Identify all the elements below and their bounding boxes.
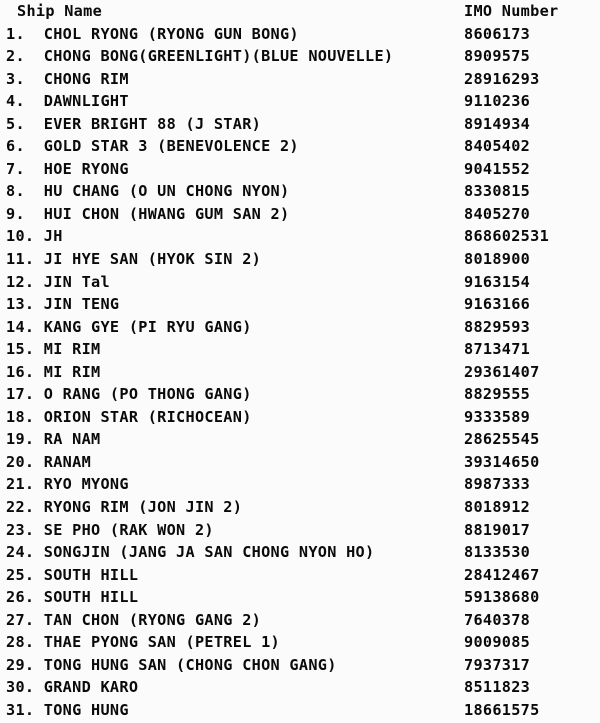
imo-number-cell: 7937317 xyxy=(464,655,531,674)
ship-name-cell: 5. EVER BRIGHT 88 (J STAR) xyxy=(6,114,262,133)
imo-number-cell: 8018900 xyxy=(464,250,531,269)
table-row: 18. ORION STAR (RICHOCEAN) 9333589 xyxy=(0,406,600,429)
table-row: 3. CHONG RIM 28916293 xyxy=(0,68,600,91)
ship-name-cell: 31. TONG HUNG xyxy=(6,700,129,719)
ship-name-cell: 2. CHONG BONG(GREENLIGHT)(BLUE NOUVELLE) xyxy=(6,47,394,66)
ship-name-cell: 4. DAWNLIGHT xyxy=(6,92,129,111)
table-row: 27. TAN CHON (RYONG GANG 2) 7640378 xyxy=(0,609,600,632)
column-header-imo-number: IMO Number xyxy=(464,2,559,20)
table-row: 12. JIN Tal 9163154 xyxy=(0,271,600,294)
ship-name-cell: 1. CHOL RYONG (RYONG GUN BONG) xyxy=(6,24,299,43)
ship-name-cell: 26. SOUTH HILL xyxy=(6,588,139,607)
table-row: 14. KANG GYE (PI RYU GANG) 8829593 xyxy=(0,316,600,339)
table-row: 30. GRAND KARO 8511823 xyxy=(0,676,600,699)
imo-number-cell: 28412467 xyxy=(464,565,540,584)
imo-number-cell: 8987333 xyxy=(464,475,531,494)
ship-name-cell: 30. GRAND KARO xyxy=(6,678,139,697)
table-row: 8. HU CHANG (O UN CHONG NYON) 8330815 xyxy=(0,180,600,203)
ship-name-cell: 17. O RANG (PO THONG GANG) xyxy=(6,385,252,404)
imo-number-cell: 8018912 xyxy=(464,498,531,517)
imo-number-cell: 8829593 xyxy=(464,317,531,336)
ship-name-cell: 14. KANG GYE (PI RYU GANG) xyxy=(6,317,252,336)
ship-name-cell: 16. MI RIM xyxy=(6,362,101,381)
imo-number-cell: 28916293 xyxy=(464,69,540,88)
ship-name-cell: 22. RYONG RIM (JON JIN 2) xyxy=(6,498,243,517)
ship-name-cell: 12. JIN Tal xyxy=(6,272,110,291)
table-row: 20. RANAM 39314650 xyxy=(0,451,600,474)
imo-number-cell: 39314650 xyxy=(464,452,540,471)
imo-number-cell: 9110236 xyxy=(464,92,531,111)
ship-name-cell: 24. SONGJIN (JANG JA SAN CHONG NYON HO) xyxy=(6,543,375,562)
imo-number-cell: 59138680 xyxy=(464,588,540,607)
ship-name-cell: 7. HOE RYONG xyxy=(6,159,129,178)
imo-number-cell: 9009085 xyxy=(464,633,531,652)
imo-number-cell: 8606173 xyxy=(464,24,531,43)
ship-name-cell: 27. TAN CHON (RYONG GANG 2) xyxy=(6,610,262,629)
table-row: 19. RA NAM 28625545 xyxy=(0,428,600,451)
table-row: 9. HUI CHON (HWANG GUM SAN 2) 8405270 xyxy=(0,203,600,226)
imo-number-cell: 8713471 xyxy=(464,340,531,359)
imo-number-cell: 29361407 xyxy=(464,362,540,381)
imo-number-cell: 18661575 xyxy=(464,700,540,719)
ship-list-body: 1. CHOL RYONG (RYONG GUN BONG) 8606173 2. … xyxy=(0,23,600,722)
ship-name-cell: 9. HUI CHON (HWANG GUM SAN 2) xyxy=(6,204,290,223)
imo-number-cell: 8819017 xyxy=(464,520,531,539)
imo-number-cell: 28625545 xyxy=(464,430,540,449)
ship-name-cell: 13. JIN TENG xyxy=(6,295,120,314)
imo-number-cell: 8405402 xyxy=(464,137,531,156)
imo-number-cell: 8909575 xyxy=(464,47,531,66)
ship-list-document: Ship Name IMO Number 1. CHOL RYONG (RYON… xyxy=(0,0,600,723)
imo-number-cell: 8829555 xyxy=(464,385,531,404)
ship-name-cell: 3. CHONG RIM xyxy=(6,69,129,88)
ship-name-cell: 28. THAE PYONG SAN (PETREL 1) xyxy=(6,633,280,652)
ship-name-cell: 23. SE PHO (RAK WON 2) xyxy=(6,520,214,539)
ship-name-cell: 8. HU CHANG (O UN CHONG NYON) xyxy=(6,182,290,201)
imo-number-cell: 9333589 xyxy=(464,407,531,426)
table-row: 31. TONG HUNG 18661575 xyxy=(0,699,600,722)
table-row: 15. MI RIM 8713471 xyxy=(0,338,600,361)
imo-number-cell: 8405270 xyxy=(464,204,531,223)
ship-name-cell: 10. JH xyxy=(6,227,63,246)
table-row: 23. SE PHO (RAK WON 2) 8819017 xyxy=(0,519,600,542)
ship-name-cell: 15. MI RIM xyxy=(6,340,101,359)
imo-number-cell: 8511823 xyxy=(464,678,531,697)
table-row: 6. GOLD STAR 3 (BENEVOLENCE 2) 8405402 xyxy=(0,135,600,158)
table-row: 25. SOUTH HILL 28412467 xyxy=(0,564,600,587)
table-row: 13. JIN TENG 9163166 xyxy=(0,293,600,316)
column-header-ship-name: Ship Name xyxy=(17,2,103,20)
imo-number-cell: 868602531 xyxy=(464,227,550,246)
imo-number-cell: 7640378 xyxy=(464,610,531,629)
table-row: 26. SOUTH HILL 59138680 xyxy=(0,586,600,609)
imo-number-cell: 8914934 xyxy=(464,114,531,133)
table-row: 5. EVER BRIGHT 88 (J STAR) 8914934 xyxy=(0,113,600,136)
ship-name-cell: 21. RYO MYONG xyxy=(6,475,129,494)
ship-name-cell: 18. ORION STAR (RICHOCEAN) xyxy=(6,407,252,426)
table-row: 11. JI HYE SAN (HYOK SIN 2) 8018900 xyxy=(0,248,600,271)
table-row: 4. DAWNLIGHT 9110236 xyxy=(0,90,600,113)
table-row: 24. SONGJIN (JANG JA SAN CHONG NYON HO) 8… xyxy=(0,541,600,564)
ship-name-cell: 29. TONG HUNG SAN (CHONG CHON GANG) xyxy=(6,655,337,674)
ship-name-cell: 6. GOLD STAR 3 (BENEVOLENCE 2) xyxy=(6,137,299,156)
imo-number-cell: 8133530 xyxy=(464,543,531,562)
table-row: 1. CHOL RYONG (RYONG GUN BONG) 8606173 xyxy=(0,23,600,46)
table-row: 17. O RANG (PO THONG GANG) 8829555 xyxy=(0,383,600,406)
table-row: 16. MI RIM 29361407 xyxy=(0,361,600,384)
ship-name-cell: 11. JI HYE SAN (HYOK SIN 2) xyxy=(6,250,262,269)
imo-number-cell: 9163154 xyxy=(464,272,531,291)
ship-name-cell: 25. SOUTH HILL xyxy=(6,565,139,584)
table-row: 29. TONG HUNG SAN (CHONG CHON GANG) 79373… xyxy=(0,654,600,677)
table-row: 2. CHONG BONG(GREENLIGHT)(BLUE NOUVELLE)… xyxy=(0,45,600,68)
imo-number-cell: 9041552 xyxy=(464,159,531,178)
table-row: 10. JH 868602531 xyxy=(0,225,600,248)
ship-name-cell: 20. RANAM xyxy=(6,452,92,471)
imo-number-cell: 8330815 xyxy=(464,182,531,201)
table-row: 21. RYO MYONG 8987333 xyxy=(0,473,600,496)
table-header-row: Ship Name IMO Number xyxy=(0,0,600,23)
table-row: 22. RYONG RIM (JON JIN 2) 8018912 xyxy=(0,496,600,519)
ship-name-cell: 19. RA NAM xyxy=(6,430,101,449)
table-row: 28. THAE PYONG SAN (PETREL 1) 9009085 xyxy=(0,631,600,654)
imo-number-cell: 9163166 xyxy=(464,295,531,314)
table-row: 7. HOE RYONG 9041552 xyxy=(0,158,600,181)
